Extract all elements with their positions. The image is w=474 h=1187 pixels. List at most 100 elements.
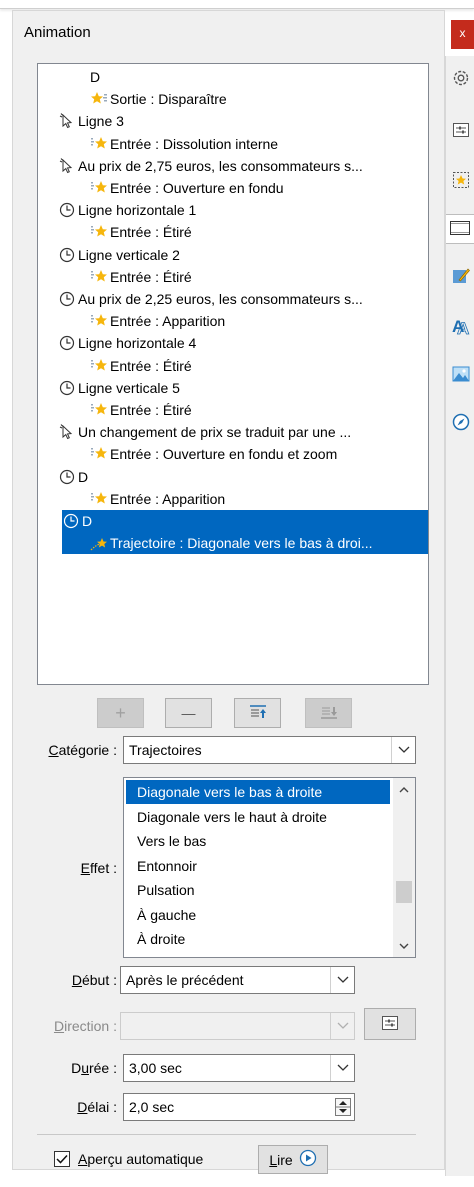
clock-icon — [58, 379, 76, 397]
motion-path-star-icon — [90, 534, 108, 552]
effect-scrollbar[interactable] — [393, 778, 415, 957]
effect-options-button[interactable] — [364, 1008, 416, 1040]
animation-list-item[interactable]: Ligne horizontale 1 — [38, 199, 428, 221]
tab-settings[interactable] — [446, 64, 474, 94]
animation-list-item[interactable]: Ligne 3 — [38, 110, 428, 132]
animation-list-item-label: Entrée : Apparition — [110, 313, 226, 330]
animation-list-item-label: Ligne horizontale 4 — [78, 335, 197, 352]
animation-list-item[interactable]: Entrée : Apparition — [38, 310, 428, 332]
spin-buttons[interactable] — [335, 1098, 351, 1116]
start-dropdown[interactable]: Après le précédent — [120, 966, 355, 994]
autopreview-checkbox[interactable] — [54, 1151, 70, 1167]
gallery-icon — [451, 364, 471, 387]
animation-list-item-label: D — [78, 468, 89, 485]
tab-gallery[interactable] — [446, 360, 474, 390]
effect-option[interactable]: À gauche — [126, 903, 390, 927]
clock-icon — [58, 290, 76, 308]
animation-list-item-label: Entrée : Ouverture en fondu et zoom — [110, 446, 338, 463]
animation-list-item-label: Sortie : Disparaître — [110, 91, 227, 108]
tab-slide-transition[interactable] — [446, 166, 474, 196]
fontwork-icon: AA — [451, 316, 471, 339]
animation-list-item[interactable]: Entrée : Dissolution interne — [38, 133, 428, 155]
tab-properties[interactable] — [446, 116, 474, 146]
tab-fontwork[interactable]: AA — [446, 312, 474, 342]
duration-dropdown[interactable]: 3,00 sec — [123, 1054, 355, 1082]
duration-value: 3,00 sec — [129, 1060, 182, 1076]
animation-list-item[interactable]: D — [38, 66, 428, 88]
effect-option[interactable]: À droite — [126, 927, 390, 951]
clock-icon — [58, 468, 76, 486]
delay-spinbox[interactable]: 2,0 sec — [123, 1093, 355, 1121]
animation-list-item[interactable]: Entrée : Étiré — [38, 399, 428, 421]
play-button[interactable]: Lire — [258, 1145, 328, 1174]
animation-list-item[interactable]: Ligne verticale 2 — [38, 244, 428, 266]
move-down-icon — [320, 704, 338, 723]
animation-list[interactable]: D Sortie : Disparaître Ligne 3 Entrée : Dis… — [37, 63, 429, 685]
checkmark-icon — [56, 1151, 68, 1167]
scroll-down-icon[interactable] — [393, 937, 415, 955]
autopreview-label[interactable]: Aperçu automatique — [78, 1151, 203, 1167]
effect-option[interactable]: Courbe 5-1 — [126, 952, 390, 958]
animation-list-item[interactable]: Sortie : Disparaître — [38, 88, 428, 110]
mouse-pointer-icon — [58, 112, 76, 130]
category-dropdown[interactable]: Trajectoires — [123, 736, 416, 764]
slide-transition-icon — [451, 170, 471, 193]
tab-navigator[interactable] — [446, 408, 474, 438]
animation-list-item-label: Entrée : Apparition — [110, 490, 226, 507]
mouse-pointer-icon — [58, 423, 76, 441]
animation-list-item[interactable]: Un changement de prix se traduit par une… — [38, 421, 428, 443]
animation-list-item[interactable]: Entrée : Étiré — [38, 221, 428, 243]
entrance-star-icon — [90, 357, 108, 375]
entrance-star-icon — [90, 401, 108, 419]
scroll-up-icon[interactable] — [393, 780, 415, 798]
close-deck-button[interactable]: x — [451, 20, 474, 49]
delay-label: Délai : — [77, 1099, 117, 1115]
animation-list-item-label: Un changement de prix se traduit par une… — [78, 424, 352, 441]
clock-icon — [58, 246, 76, 264]
effect-list[interactable]: Courbe 5-1À droiteÀ gauchePulsationEnton… — [123, 777, 416, 958]
animation-list-item[interactable]: Entrée : Ouverture en fondu et zoom — [38, 443, 428, 465]
animation-list-item[interactable]: Au prix de 2,75 euros, les consommateurs… — [38, 155, 428, 177]
tab-styles[interactable] — [446, 262, 474, 292]
animation-list-item[interactable]: Entrée : Étiré — [38, 266, 428, 288]
animation-list-item[interactable]: Entrée : Apparition — [38, 488, 428, 510]
direction-dropdown[interactable] — [120, 1012, 355, 1040]
effect-option[interactable]: Pulsation — [126, 878, 390, 902]
animation-list-item[interactable]: D — [38, 466, 428, 488]
animation-list-item[interactable]: Au prix de 2,25 euros, les consommateurs… — [38, 288, 428, 310]
animation-list-item[interactable]: Ligne horizontale 4 — [38, 332, 428, 354]
effect-option[interactable]: Diagonale vers le haut à droite — [126, 805, 390, 829]
animation-list-item-label: Entrée : Étiré — [110, 357, 192, 374]
animation-list-item[interactable]: D — [62, 510, 428, 532]
move-down-button[interactable] — [305, 698, 352, 728]
play-label: Lire — [269, 1151, 293, 1168]
animation-list-item[interactable]: Trajectoire : Diagonale vers le bas à dr… — [62, 532, 428, 555]
styles-icon — [451, 266, 471, 289]
effect-option[interactable]: Vers le bas — [126, 829, 390, 853]
animation-list-item-label: Entrée : Étiré — [110, 224, 192, 241]
entrance-star-icon — [90, 445, 108, 463]
chevron-down-icon[interactable] — [330, 967, 354, 993]
options-icon — [381, 1015, 399, 1034]
add-effect-button[interactable]: + — [97, 698, 144, 728]
exit-star-icon — [90, 90, 108, 108]
move-up-button[interactable] — [234, 698, 281, 728]
effect-option[interactable]: Diagonale vers le bas à droite — [126, 780, 390, 804]
chevron-down-icon[interactable] — [391, 737, 415, 763]
clock-icon — [62, 512, 80, 530]
animation-list-item[interactable]: Ligne verticale 5 — [38, 377, 428, 399]
deck-title: Animation — [24, 24, 91, 41]
remove-effect-button[interactable]: — — [165, 698, 212, 728]
tab-master-slides[interactable] — [446, 214, 474, 244]
scrollbar-thumb[interactable] — [396, 881, 412, 903]
effect-option[interactable]: Entonnoir — [126, 854, 390, 878]
window-top-edge — [0, 0, 474, 9]
properties-icon — [451, 120, 471, 143]
animation-list-item[interactable]: Entrée : Ouverture en fondu — [38, 177, 428, 199]
chevron-down-icon[interactable] — [330, 1013, 354, 1039]
animation-list-item[interactable]: Entrée : Étiré — [38, 355, 428, 377]
spin-arrows-icon — [336, 1101, 350, 1113]
animation-list-item-label: Entrée : Étiré — [110, 402, 192, 418]
chevron-down-icon[interactable] — [330, 1055, 354, 1081]
animation-list-item-label: Entrée : Dissolution interne — [110, 135, 279, 152]
